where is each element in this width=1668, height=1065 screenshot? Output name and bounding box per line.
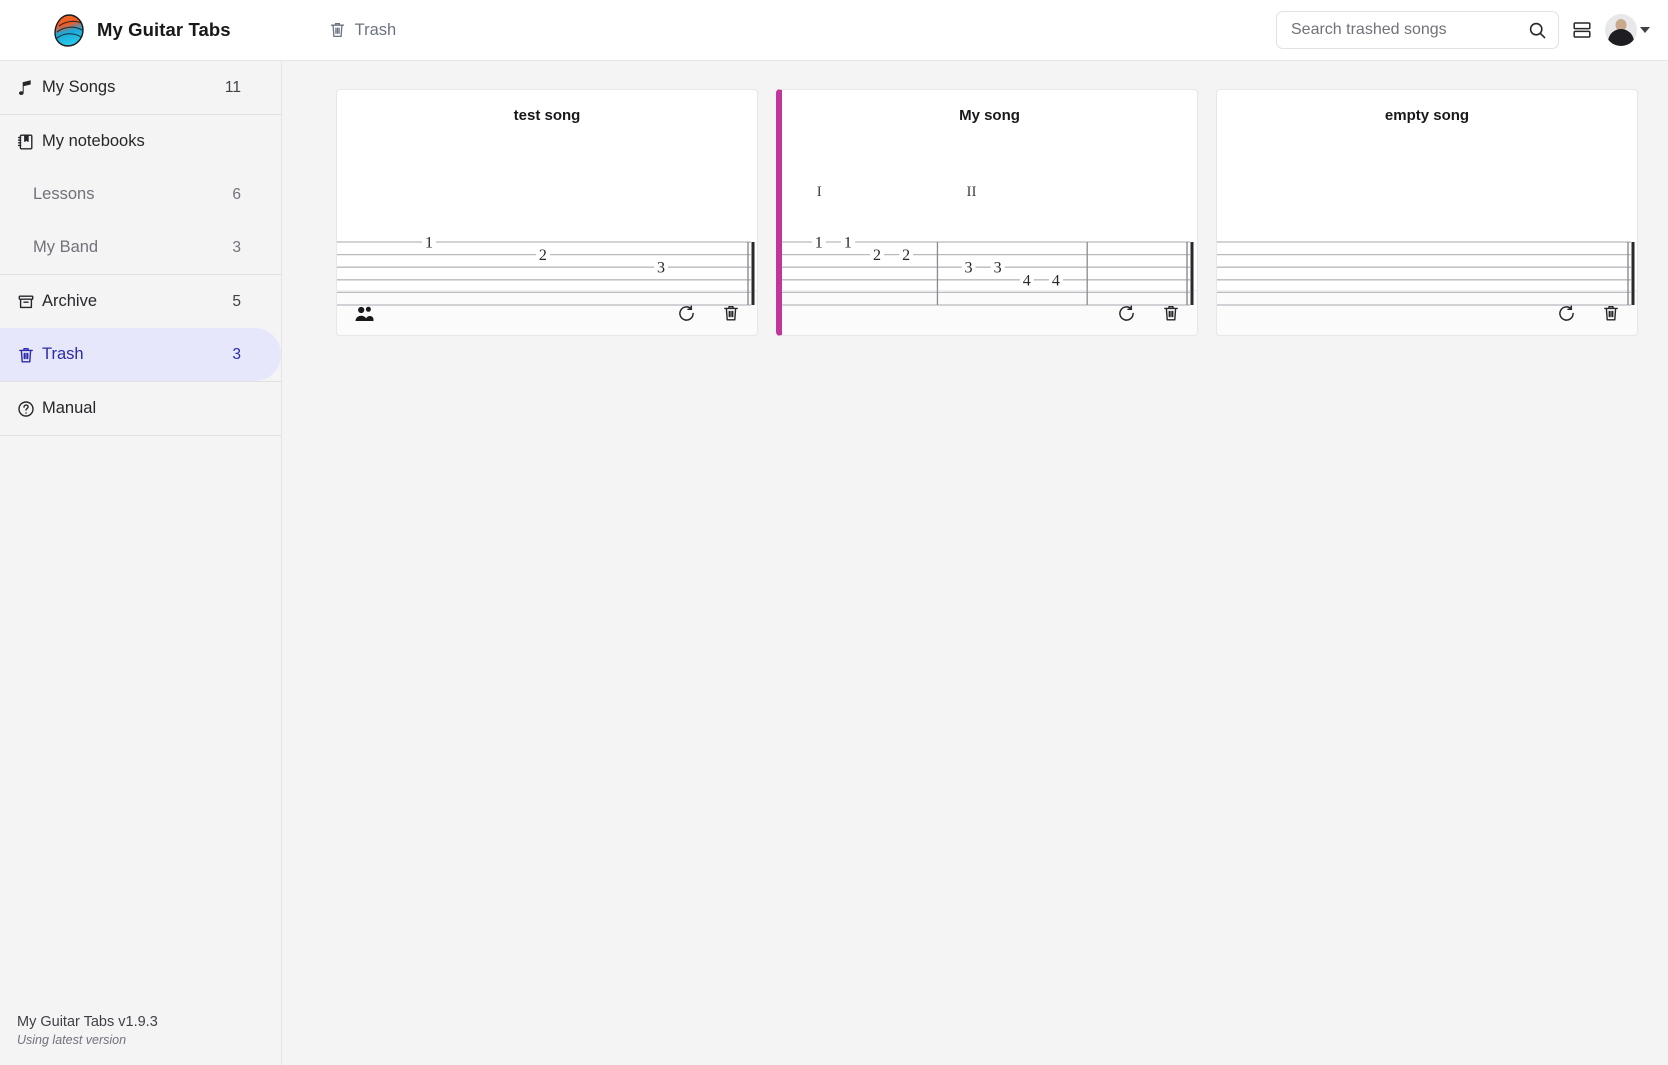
tab-notation[interactable] xyxy=(1217,124,1637,306)
sidebar-item-my-songs[interactable]: My Songs 11 xyxy=(0,61,281,114)
svg-text:4: 4 xyxy=(1023,272,1031,289)
sidebar-group: My notebooks Lessons 6 My Band 3 xyxy=(0,115,281,275)
song-card[interactable]: My song I II 1 1 2 2 3 3 4 4 xyxy=(776,89,1198,336)
breadcrumb[interactable]: Trash xyxy=(329,20,397,40)
sidebar-item-label: My Songs xyxy=(42,78,116,96)
tab-staff xyxy=(1217,124,1637,309)
svg-text:2: 2 xyxy=(873,247,881,264)
song-card[interactable]: test song 1 2 3 xyxy=(336,89,758,336)
sidebar-item-label: Manual xyxy=(42,399,97,417)
tab-staff: 1 2 3 xyxy=(337,124,757,309)
chevron-down-icon[interactable] xyxy=(1640,27,1650,33)
sidebar-item-trash[interactable]: Trash 3 xyxy=(0,328,281,381)
archive-icon xyxy=(17,293,42,311)
sidebar-item-label: My notebooks xyxy=(42,132,145,150)
song-title: test song xyxy=(513,107,581,124)
sidebar-item-label: Archive xyxy=(42,292,98,310)
song-card[interactable]: empty song xyxy=(1216,89,1638,336)
svg-text:3: 3 xyxy=(657,260,665,277)
svg-text:1: 1 xyxy=(844,235,852,252)
help-circle-icon xyxy=(17,400,42,418)
svg-text:2: 2 xyxy=(902,247,910,264)
brand[interactable]: My Guitar Tabs xyxy=(54,13,231,47)
svg-text:II: II xyxy=(967,184,977,200)
sidebar-group: Archive 5 Trash 3 xyxy=(0,275,281,382)
layout-rows-icon[interactable] xyxy=(1572,20,1592,40)
app-version: My Guitar Tabs v1.9.3 Using latest versi… xyxy=(17,1014,158,1047)
sidebar-item-count: 3 xyxy=(232,238,241,256)
search-input[interactable] xyxy=(1291,21,1528,39)
song-title: My song xyxy=(959,107,1020,124)
header-actions xyxy=(1276,11,1650,49)
song-card-grid: test song 1 2 3 My song I II 1 1 2 2 3 3 4 4 empty song xyxy=(283,61,1668,336)
trash-icon xyxy=(329,21,346,39)
main-content: test song 1 2 3 My song I II 1 1 2 2 3 3 4 4 empty song xyxy=(283,61,1668,1065)
sidebar-item-count: 6 xyxy=(232,185,241,203)
sidebar-group: Manual xyxy=(0,382,281,436)
svg-text:3: 3 xyxy=(994,260,1002,277)
sidebar-item-manual[interactable]: Manual xyxy=(0,382,281,435)
sidebar-item-my-band[interactable]: My Band 3 xyxy=(0,221,281,274)
notebook-icon xyxy=(17,133,42,151)
svg-text:1: 1 xyxy=(815,235,823,252)
sidebar-item-label: My Band xyxy=(33,238,99,256)
svg-text:3: 3 xyxy=(965,260,973,277)
sidebar-group: My Songs 11 xyxy=(0,61,281,115)
sidebar-item-label: Trash xyxy=(42,345,84,363)
song-title: empty song xyxy=(1384,107,1470,124)
version-status: Using latest version xyxy=(17,1033,127,1047)
sidebar-item-archive[interactable]: Archive 5 xyxy=(0,275,281,328)
sidebar-item-count: 5 xyxy=(232,292,241,310)
sidebar-item-label: Lessons xyxy=(33,185,95,203)
sidebar: My Songs 11 My notebooks Lessons 6 My Band 3 Ar… xyxy=(0,61,282,1065)
app-header: My Guitar Tabs Trash xyxy=(0,0,1668,61)
brand-name: My Guitar Tabs xyxy=(97,19,231,40)
tab-notation[interactable]: 1 2 3 xyxy=(337,124,757,306)
sidebar-item-count: 3 xyxy=(232,345,241,363)
sidebar-item-my-notebooks[interactable]: My notebooks xyxy=(0,115,281,168)
sidebar-item-lessons[interactable]: Lessons 6 xyxy=(0,168,281,221)
svg-text:1: 1 xyxy=(425,235,433,252)
version-line: My Guitar Tabs v1.9.3 xyxy=(17,1014,158,1030)
avatar-menu[interactable] xyxy=(1605,14,1650,46)
trash-icon xyxy=(17,346,42,364)
svg-text:4: 4 xyxy=(1052,272,1060,289)
music-note-icon xyxy=(17,79,42,97)
guitar-pick-logo-icon xyxy=(54,13,84,47)
sidebar-item-count: 11 xyxy=(224,78,241,96)
svg-text:I: I xyxy=(817,184,822,200)
svg-text:2: 2 xyxy=(539,247,547,264)
tab-notation[interactable]: I II 1 1 2 2 3 3 4 4 xyxy=(782,124,1197,306)
user-avatar[interactable] xyxy=(1605,14,1637,46)
search-icon[interactable] xyxy=(1528,21,1547,40)
tab-staff: I II 1 1 2 2 3 3 4 4 xyxy=(782,124,1197,309)
search-box[interactable] xyxy=(1276,11,1559,49)
breadcrumb-label: Trash xyxy=(354,20,397,39)
